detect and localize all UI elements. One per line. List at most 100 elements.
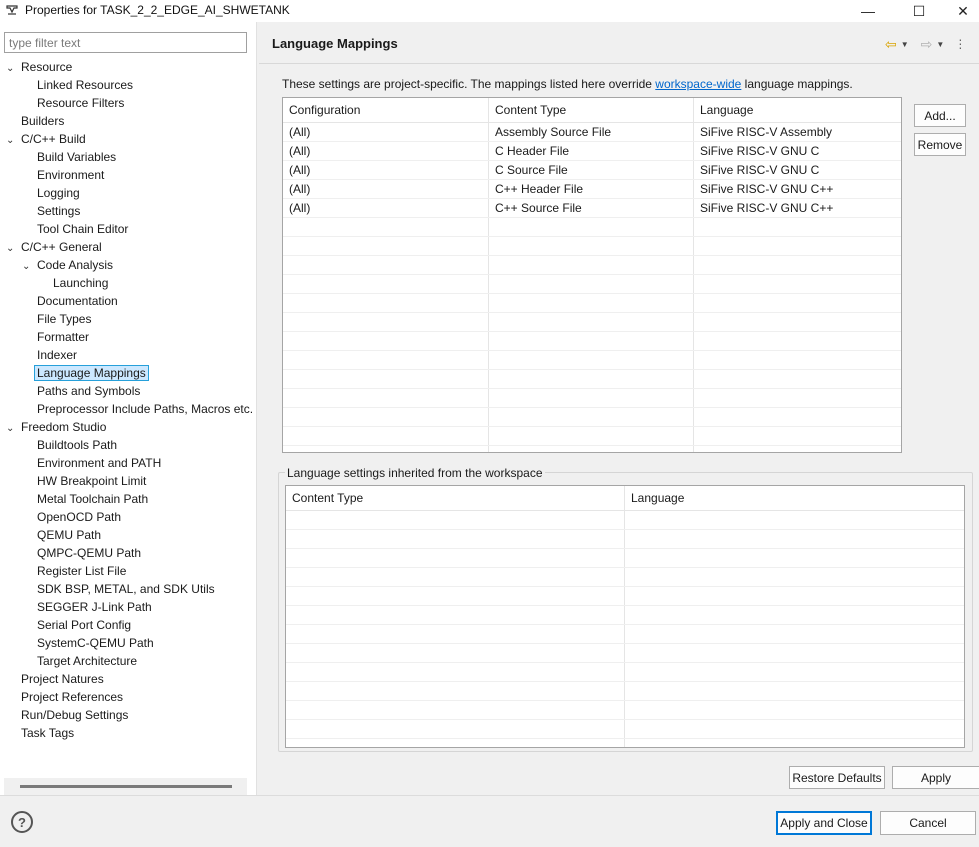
tree-item[interactable]: Run/Debug Settings: [6, 706, 131, 724]
table-row[interactable]: [286, 606, 964, 625]
tree-item[interactable]: SEGGER J-Link Path: [22, 598, 155, 616]
back-arrow-icon[interactable]: ⇦: [885, 36, 897, 52]
tree-item[interactable]: QEMU Path: [22, 526, 104, 544]
tree-item[interactable]: Project References: [6, 688, 126, 706]
tree-item[interactable]: ⌄ C/C++ Build: [6, 130, 89, 148]
add-button[interactable]: Add...: [914, 104, 966, 127]
expand-toggle-icon[interactable]: ⌄: [6, 420, 18, 438]
tree-item[interactable]: Logging: [22, 184, 83, 202]
table-row[interactable]: [283, 370, 901, 389]
expand-toggle-icon[interactable]: ⌄: [6, 132, 18, 150]
table-row[interactable]: [286, 644, 964, 663]
column-header[interactable]: Language: [694, 98, 901, 123]
column-header[interactable]: Language: [625, 486, 964, 511]
tree-item[interactable]: SDK BSP, METAL, and SDK Utils: [22, 580, 218, 598]
tree-item[interactable]: Build Variables: [22, 148, 119, 166]
tree-item[interactable]: Formatter: [22, 328, 92, 346]
table-row[interactable]: [283, 294, 901, 313]
column-header[interactable]: Content Type: [286, 486, 625, 511]
maximize-button[interactable]: ☐: [896, 0, 942, 22]
tree-item[interactable]: Launching: [38, 274, 111, 292]
table-row[interactable]: [286, 701, 964, 720]
forward-arrow-icon[interactable]: ⇨: [921, 36, 933, 52]
tree-item[interactable]: File Types: [22, 310, 94, 328]
tree-item[interactable]: Documentation: [22, 292, 121, 310]
table-cell: C Header File: [495, 144, 570, 158]
table-row[interactable]: [283, 408, 901, 427]
horizontal-scrollbar[interactable]: [4, 778, 247, 795]
tree-item[interactable]: Preprocessor Include Paths, Macros etc.: [22, 400, 256, 418]
table-row[interactable]: [283, 332, 901, 351]
table-row[interactable]: [283, 237, 901, 256]
tree-item[interactable]: Indexer: [22, 346, 80, 364]
tree-item[interactable]: Serial Port Config: [22, 616, 134, 634]
tree-item[interactable]: Task Tags: [6, 724, 77, 742]
filter-input[interactable]: [4, 32, 247, 53]
tree-item[interactable]: Register List File: [22, 562, 129, 580]
table-row[interactable]: [286, 549, 964, 568]
table-row[interactable]: (All) Assembly Source File SiFive RISC-V A…: [283, 123, 901, 142]
table-row[interactable]: [286, 530, 964, 549]
tree-item[interactable]: Linked Resources: [22, 76, 136, 94]
view-menu-icon[interactable]: ⋮: [954, 37, 966, 51]
apply-button[interactable]: Apply: [892, 766, 979, 789]
forward-dropdown-icon[interactable]: ▼: [936, 40, 944, 49]
tree-item[interactable]: ⌄ C/C++ General: [6, 238, 105, 256]
table-row[interactable]: [286, 663, 964, 682]
tree-item[interactable]: Builders: [6, 112, 67, 130]
column-header[interactable]: Content Type: [489, 98, 694, 123]
tree-item[interactable]: Buildtools Path: [22, 436, 120, 454]
tree-item[interactable]: Settings: [22, 202, 83, 220]
table-row[interactable]: [286, 511, 964, 530]
back-dropdown-icon[interactable]: ▼: [901, 40, 909, 49]
table-row[interactable]: (All) C Header File SiFive RISC-V GNU C: [283, 142, 901, 161]
tree-item[interactable]: Language Mappings: [22, 364, 149, 382]
tree-item[interactable]: ⌄ Freedom Studio: [6, 418, 109, 436]
tree-item[interactable]: QMPC-QEMU Path: [22, 544, 144, 562]
scrollbar-thumb[interactable]: [20, 785, 232, 788]
tree-item[interactable]: ⌄ Code Analysis: [22, 256, 116, 274]
tree-item[interactable]: Resource Filters: [22, 94, 127, 112]
tree-item[interactable]: Environment: [22, 166, 107, 184]
table-row[interactable]: [283, 427, 901, 446]
remove-button[interactable]: Remove: [914, 133, 966, 156]
expand-toggle-icon[interactable]: ⌄: [6, 240, 18, 258]
tree-item-label: File Types: [37, 312, 92, 326]
table-row[interactable]: [283, 351, 901, 370]
table-row[interactable]: [283, 389, 901, 408]
cancel-button[interactable]: Cancel: [880, 811, 976, 835]
table-row[interactable]: (All) C Source File SiFive RISC-V GNU C: [283, 161, 901, 180]
tree-item[interactable]: Project Natures: [6, 670, 107, 688]
tree-item[interactable]: SystemC-QEMU Path: [22, 634, 157, 652]
tree-item[interactable]: Target Architecture: [22, 652, 140, 670]
inherited-mappings-table[interactable]: Content Type Language: [285, 485, 965, 748]
column-header[interactable]: Configuration: [283, 98, 489, 123]
expand-toggle-icon[interactable]: ⌄: [22, 258, 34, 276]
table-row[interactable]: [286, 625, 964, 644]
restore-defaults-button[interactable]: Restore Defaults: [789, 766, 885, 789]
table-row[interactable]: [283, 256, 901, 275]
tree-item[interactable]: Environment and PATH: [22, 454, 164, 472]
tree-item[interactable]: HW Breakpoint Limit: [22, 472, 149, 490]
table-row[interactable]: [286, 568, 964, 587]
table-row[interactable]: (All) C++ Source File SiFive RISC-V GNU C+…: [283, 199, 901, 218]
workspace-wide-link[interactable]: workspace-wide: [655, 77, 741, 91]
table-row[interactable]: [283, 313, 901, 332]
close-button[interactable]: ✕: [940, 0, 979, 22]
table-row[interactable]: [283, 275, 901, 294]
table-row[interactable]: [286, 720, 964, 739]
table-row[interactable]: [286, 682, 964, 701]
tree-item[interactable]: ⌄ Resource: [6, 58, 75, 76]
minimize-button[interactable]: —: [845, 0, 891, 22]
table-row[interactable]: (All) C++ Header File SiFive RISC-V GNU C+…: [283, 180, 901, 199]
help-icon[interactable]: ?: [11, 811, 33, 833]
table-row[interactable]: [283, 218, 901, 237]
tree-item[interactable]: OpenOCD Path: [22, 508, 124, 526]
expand-toggle-icon[interactable]: ⌄: [6, 60, 18, 78]
tree-item[interactable]: Metal Toolchain Path: [22, 490, 151, 508]
language-mappings-table[interactable]: Configuration Content Type Language (All) As…: [282, 97, 902, 453]
table-row[interactable]: [286, 587, 964, 606]
apply-and-close-button[interactable]: Apply and Close: [776, 811, 872, 835]
tree-item[interactable]: Tool Chain Editor: [22, 220, 131, 238]
tree-item[interactable]: Paths and Symbols: [22, 382, 143, 400]
